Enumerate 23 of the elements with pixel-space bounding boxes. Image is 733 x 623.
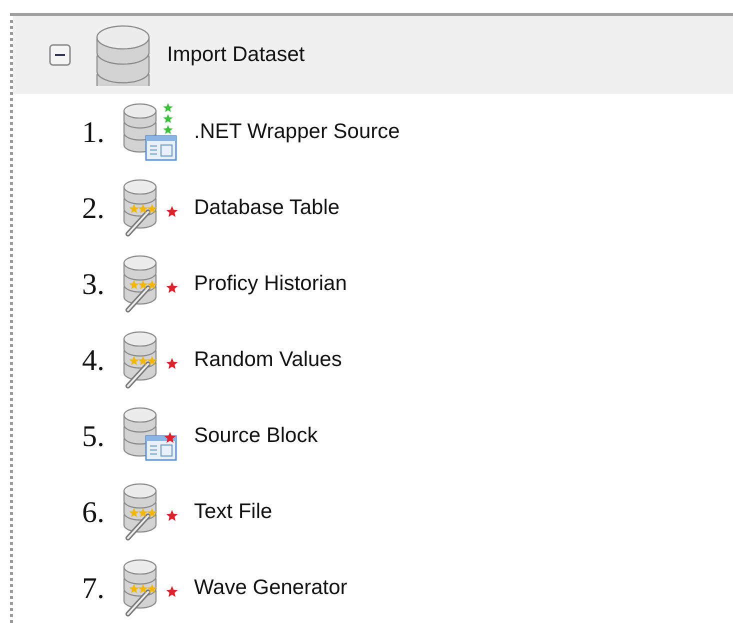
tree-item[interactable]: Wave Generator <box>194 572 348 604</box>
database-wand-icon <box>122 178 180 238</box>
tree-item[interactable]: Text File <box>194 496 272 528</box>
database-wand-icon <box>122 482 180 542</box>
database-form-icon <box>122 102 180 162</box>
database-wand-icon <box>122 330 180 390</box>
list-number: 2. <box>82 190 106 226</box>
database-wand-icon <box>122 558 180 618</box>
collapse-icon[interactable] <box>49 44 71 66</box>
tree-item[interactable]: Database Table <box>194 192 340 224</box>
list-number: 5. <box>82 418 106 454</box>
list-number: 3. <box>82 266 106 302</box>
tree-item[interactable]: Random Values <box>194 344 342 376</box>
list-number: 4. <box>82 342 106 378</box>
tree-item[interactable]: Import Dataset <box>167 39 305 71</box>
tree-item[interactable]: Source Block <box>194 420 318 452</box>
tree-item[interactable]: .NET Wrapper Source <box>194 116 400 148</box>
list-number: 6. <box>82 494 106 530</box>
list-number: 1. <box>82 114 106 150</box>
database-wand-icon <box>122 254 180 314</box>
list-number: 7. <box>82 570 106 606</box>
tree-item[interactable]: Proficy Historian <box>194 268 347 300</box>
database-icon <box>95 24 151 86</box>
